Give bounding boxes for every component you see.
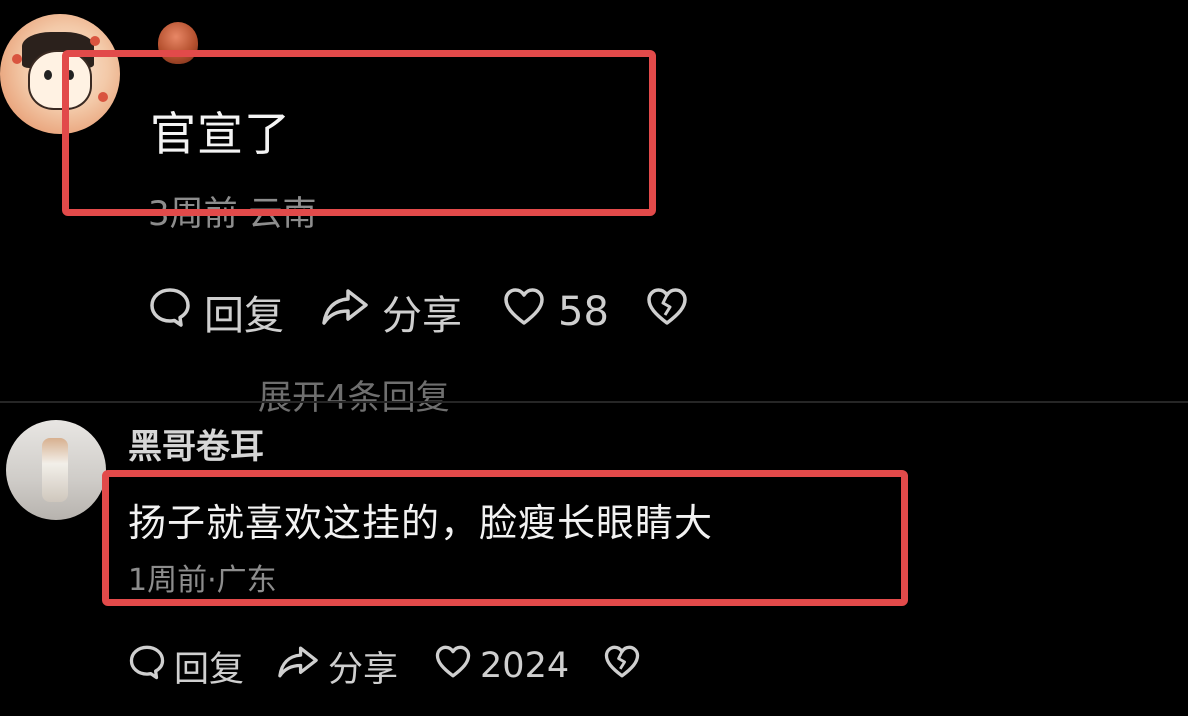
- share-label: 分享: [382, 293, 462, 339]
- like-count: 2024: [480, 646, 570, 686]
- like-button[interactable]: 2024: [434, 643, 569, 690]
- broken-heart-icon: [645, 285, 689, 339]
- reply-label: 回复: [204, 293, 284, 339]
- heart-icon: [434, 643, 472, 690]
- share-button[interactable]: 分享: [320, 283, 462, 341]
- share-arrow-icon: [276, 643, 320, 690]
- share-label: 分享: [328, 649, 399, 690]
- heart-icon: [502, 285, 546, 339]
- reply-button[interactable]: 回复: [148, 283, 284, 341]
- comment-list: 官宣了 3周前·云南 回复 分享 58 展开4条回复 黑哥卷耳 扬子就喜欢这挂的…: [0, 0, 1188, 716]
- share-arrow-icon: [320, 285, 370, 339]
- like-count: 58: [558, 289, 609, 335]
- broken-heart-icon: [603, 643, 641, 690]
- like-button[interactable]: 58: [502, 285, 609, 339]
- username[interactable]: 黑哥卷耳: [128, 426, 264, 468]
- user-avatar[interactable]: [6, 420, 106, 520]
- avatar-figure-shape: [42, 438, 68, 502]
- reply-button[interactable]: 回复: [128, 641, 244, 692]
- comment-actions: 回复 分享 2024: [128, 640, 641, 692]
- comment-actions: 回复 分享 58: [148, 284, 689, 340]
- comment-bubble-icon: [148, 285, 192, 339]
- comment-item: 官宣了 3周前·云南 回复 分享 58 展开4条回复: [0, 0, 1188, 418]
- dislike-button[interactable]: [603, 643, 641, 690]
- avatar-decoration: [12, 54, 22, 64]
- comment-bubble-icon: [128, 643, 166, 690]
- reply-label: 回复: [174, 649, 245, 690]
- avatar-decoration: [90, 36, 100, 46]
- dislike-button[interactable]: [645, 285, 689, 339]
- expand-replies-link[interactable]: 展开4条回复: [258, 378, 450, 418]
- divider: [0, 401, 1188, 403]
- share-button[interactable]: 分享: [276, 641, 398, 692]
- highlight-box: [62, 50, 656, 216]
- avatar-eye-shape: [44, 70, 52, 80]
- highlight-box: [102, 470, 908, 606]
